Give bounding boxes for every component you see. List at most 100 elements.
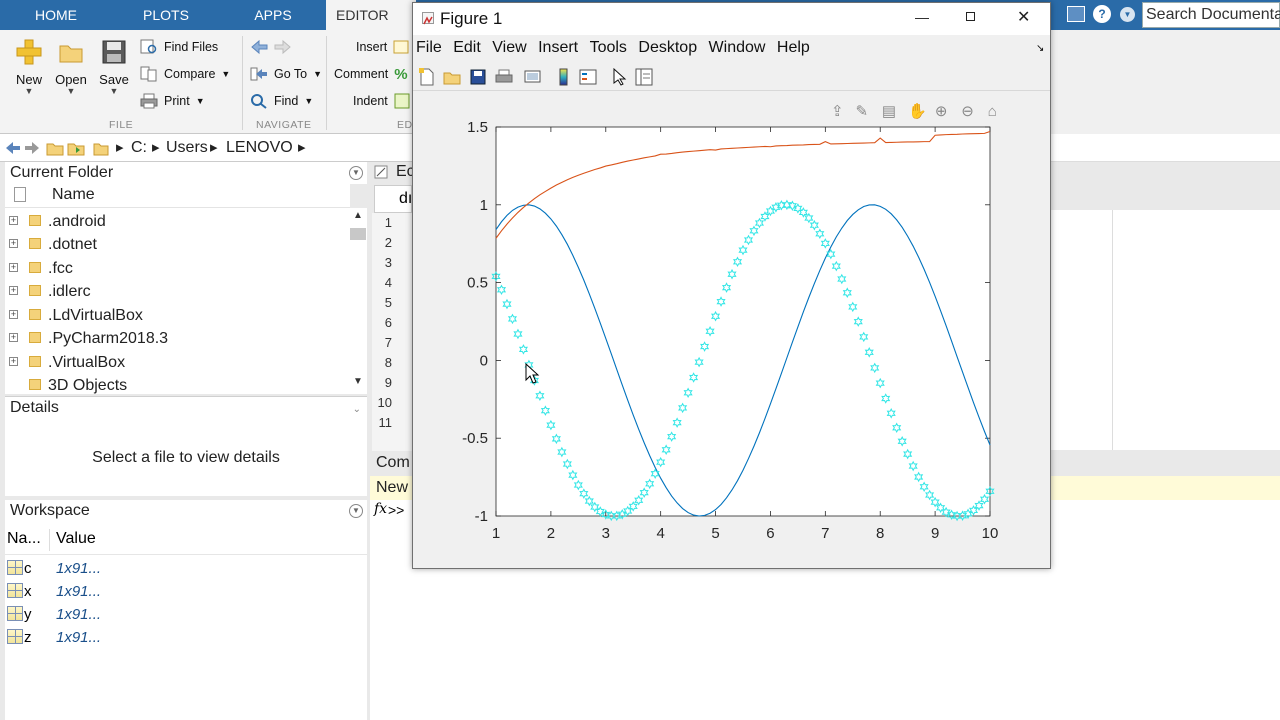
property-inspector-icon[interactable] xyxy=(635,68,653,86)
forward-arrow-icon[interactable] xyxy=(274,39,292,55)
go-to-dropdown-icon: ▼ xyxy=(313,69,323,79)
panel-menu-icon[interactable]: ▼ xyxy=(349,166,363,180)
breadcrumb-users[interactable]: Users xyxy=(166,139,208,157)
figure-title-bar[interactable]: Figure 1 — ✕ xyxy=(413,3,1050,35)
indent-button[interactable]: Indent xyxy=(353,91,412,111)
minimize-icon[interactable]: — xyxy=(915,9,929,25)
dropdown-icon[interactable]: ▼ xyxy=(1120,7,1135,22)
breadcrumb-drive[interactable]: C: xyxy=(131,139,147,157)
search-documentation-input[interactable]: Search Documentation xyxy=(1142,2,1280,28)
command-window-body[interactable]: fx >> xyxy=(370,500,412,720)
line-number: 2 xyxy=(384,235,392,250)
scroll-down-icon[interactable]: ▼ xyxy=(353,376,363,387)
ws-name-column[interactable]: Na... xyxy=(7,530,41,548)
list-item[interactable]: 3D Objects xyxy=(5,374,350,397)
editor-file-tab[interactable]: dı xyxy=(374,185,412,213)
expand-icon[interactable]: + xyxy=(9,239,18,248)
maximize-icon[interactable] xyxy=(966,12,975,21)
list-item[interactable]: + .VirtualBox xyxy=(5,351,350,374)
print-dropdown-icon: ▼ xyxy=(195,96,205,106)
list-item[interactable]: + .fcc xyxy=(5,257,350,280)
command-body-right[interactable] xyxy=(1050,500,1280,720)
folder-name: .LdVirtualBox xyxy=(48,307,143,324)
tab-plots[interactable]: PLOTS xyxy=(112,0,220,30)
table-row[interactable]: z 1x91... xyxy=(5,626,365,649)
expand-icon[interactable]: + xyxy=(9,216,18,225)
menu-edit[interactable]: Edit xyxy=(453,39,481,56)
forward-arrow-icon[interactable] xyxy=(24,140,40,156)
breadcrumb-lenovo[interactable]: LENOVO xyxy=(226,139,293,157)
breadcrumb-separator: ▸ xyxy=(152,139,160,156)
save-figure-icon[interactable] xyxy=(469,68,487,86)
new-figure-icon[interactable] xyxy=(418,68,436,86)
folder-name: .dotnet xyxy=(48,236,97,253)
edit-plot-cursor-icon[interactable] xyxy=(610,67,628,86)
list-item[interactable]: + .LdVirtualBox xyxy=(5,304,350,327)
back-arrow-icon[interactable] xyxy=(250,39,268,55)
open-button[interactable]: Open ▼ xyxy=(51,38,91,96)
menu-help[interactable]: Help xyxy=(777,39,810,56)
command-info-bar[interactable]: New xyxy=(370,476,412,500)
back-arrow-icon[interactable] xyxy=(5,140,21,156)
tab-home[interactable]: HOME xyxy=(0,0,112,30)
menu-tools[interactable]: Tools xyxy=(590,39,627,56)
find-files-button[interactable]: Find Files xyxy=(140,37,218,57)
save-button[interactable]: Save ▼ xyxy=(94,38,134,96)
list-item[interactable]: + .dotnet xyxy=(5,233,350,256)
x-tick-label: 1 xyxy=(492,525,500,542)
expand-icon[interactable]: + xyxy=(9,263,18,272)
column-divider[interactable] xyxy=(49,529,50,551)
legend-icon[interactable] xyxy=(579,68,597,86)
table-row[interactable]: c 1x91... xyxy=(5,557,365,580)
compare-button[interactable]: Compare ▼ xyxy=(140,64,230,84)
comment-button[interactable]: Comment % xyxy=(334,64,408,84)
plot-canvas[interactable]: 1 2 3 4 5 6 7 8 9 10 -1 -0.5 0 0.5 1 1.5 xyxy=(413,91,1050,569)
print-button[interactable]: Print ▼ xyxy=(140,91,205,111)
dock-arrow-icon[interactable]: ↘ xyxy=(1036,43,1044,54)
help-icon[interactable]: ? xyxy=(1093,5,1111,23)
expand-icon[interactable]: + xyxy=(9,333,18,342)
fx-icon[interactable]: fx xyxy=(374,501,387,517)
table-row[interactable]: x 1x91... xyxy=(5,580,365,603)
close-icon[interactable]: ✕ xyxy=(1017,7,1030,27)
up-folder-icon[interactable] xyxy=(46,140,64,156)
scroll-up-icon[interactable]: ▲ xyxy=(353,210,363,221)
go-to-button[interactable]: Go To ▼ xyxy=(250,64,322,84)
menu-view[interactable]: View xyxy=(492,39,526,56)
menu-window[interactable]: Window xyxy=(709,39,766,56)
table-row[interactable]: y 1x91... xyxy=(5,603,365,626)
insert-button[interactable]: Insert xyxy=(356,37,411,57)
print-figure-icon[interactable] xyxy=(495,68,513,86)
list-item[interactable]: + .idlerc xyxy=(5,280,350,303)
expand-icon[interactable]: + xyxy=(9,357,18,366)
menu-desktop[interactable]: Desktop xyxy=(638,39,697,56)
list-item[interactable]: + .android xyxy=(5,210,350,233)
name-column-header[interactable]: Name xyxy=(52,186,95,204)
tab-editor[interactable]: EDITOR xyxy=(326,0,416,30)
link-plot-icon[interactable] xyxy=(524,68,542,86)
save-label: Save xyxy=(99,72,129,87)
editor-body-right[interactable] xyxy=(1050,210,1280,450)
magnifier-icon xyxy=(250,93,268,109)
window-layout-icon[interactable] xyxy=(1067,6,1085,22)
expand-icon[interactable]: + xyxy=(9,286,18,295)
folder-scrollbar[interactable]: ▲ ▼ xyxy=(350,210,366,392)
expand-icon[interactable]: + xyxy=(9,310,18,319)
list-item[interactable]: + .PyCharm2018.3 xyxy=(5,327,350,350)
colorbar-icon[interactable] xyxy=(555,68,573,86)
breadcrumb-separator: ▸ xyxy=(210,139,218,156)
new-button[interactable]: New ▼ xyxy=(9,38,49,96)
ws-value-column[interactable]: Value xyxy=(56,530,96,548)
menu-file[interactable]: File xyxy=(416,39,442,56)
tab-apps[interactable]: APPS xyxy=(220,0,326,30)
find-button[interactable]: Find ▼ xyxy=(250,91,313,111)
new-dropdown-icon: ▼ xyxy=(24,86,34,96)
back-forward-buttons[interactable] xyxy=(250,37,292,57)
browse-folder-icon[interactable] xyxy=(67,140,85,156)
menu-insert[interactable]: Insert xyxy=(538,39,578,56)
file-type-icon xyxy=(14,187,26,202)
open-file-icon[interactable] xyxy=(443,68,461,86)
panel-menu-icon[interactable]: ▼ xyxy=(349,504,363,518)
folder-icon xyxy=(29,356,41,367)
scrollbar-thumb[interactable] xyxy=(350,228,366,240)
